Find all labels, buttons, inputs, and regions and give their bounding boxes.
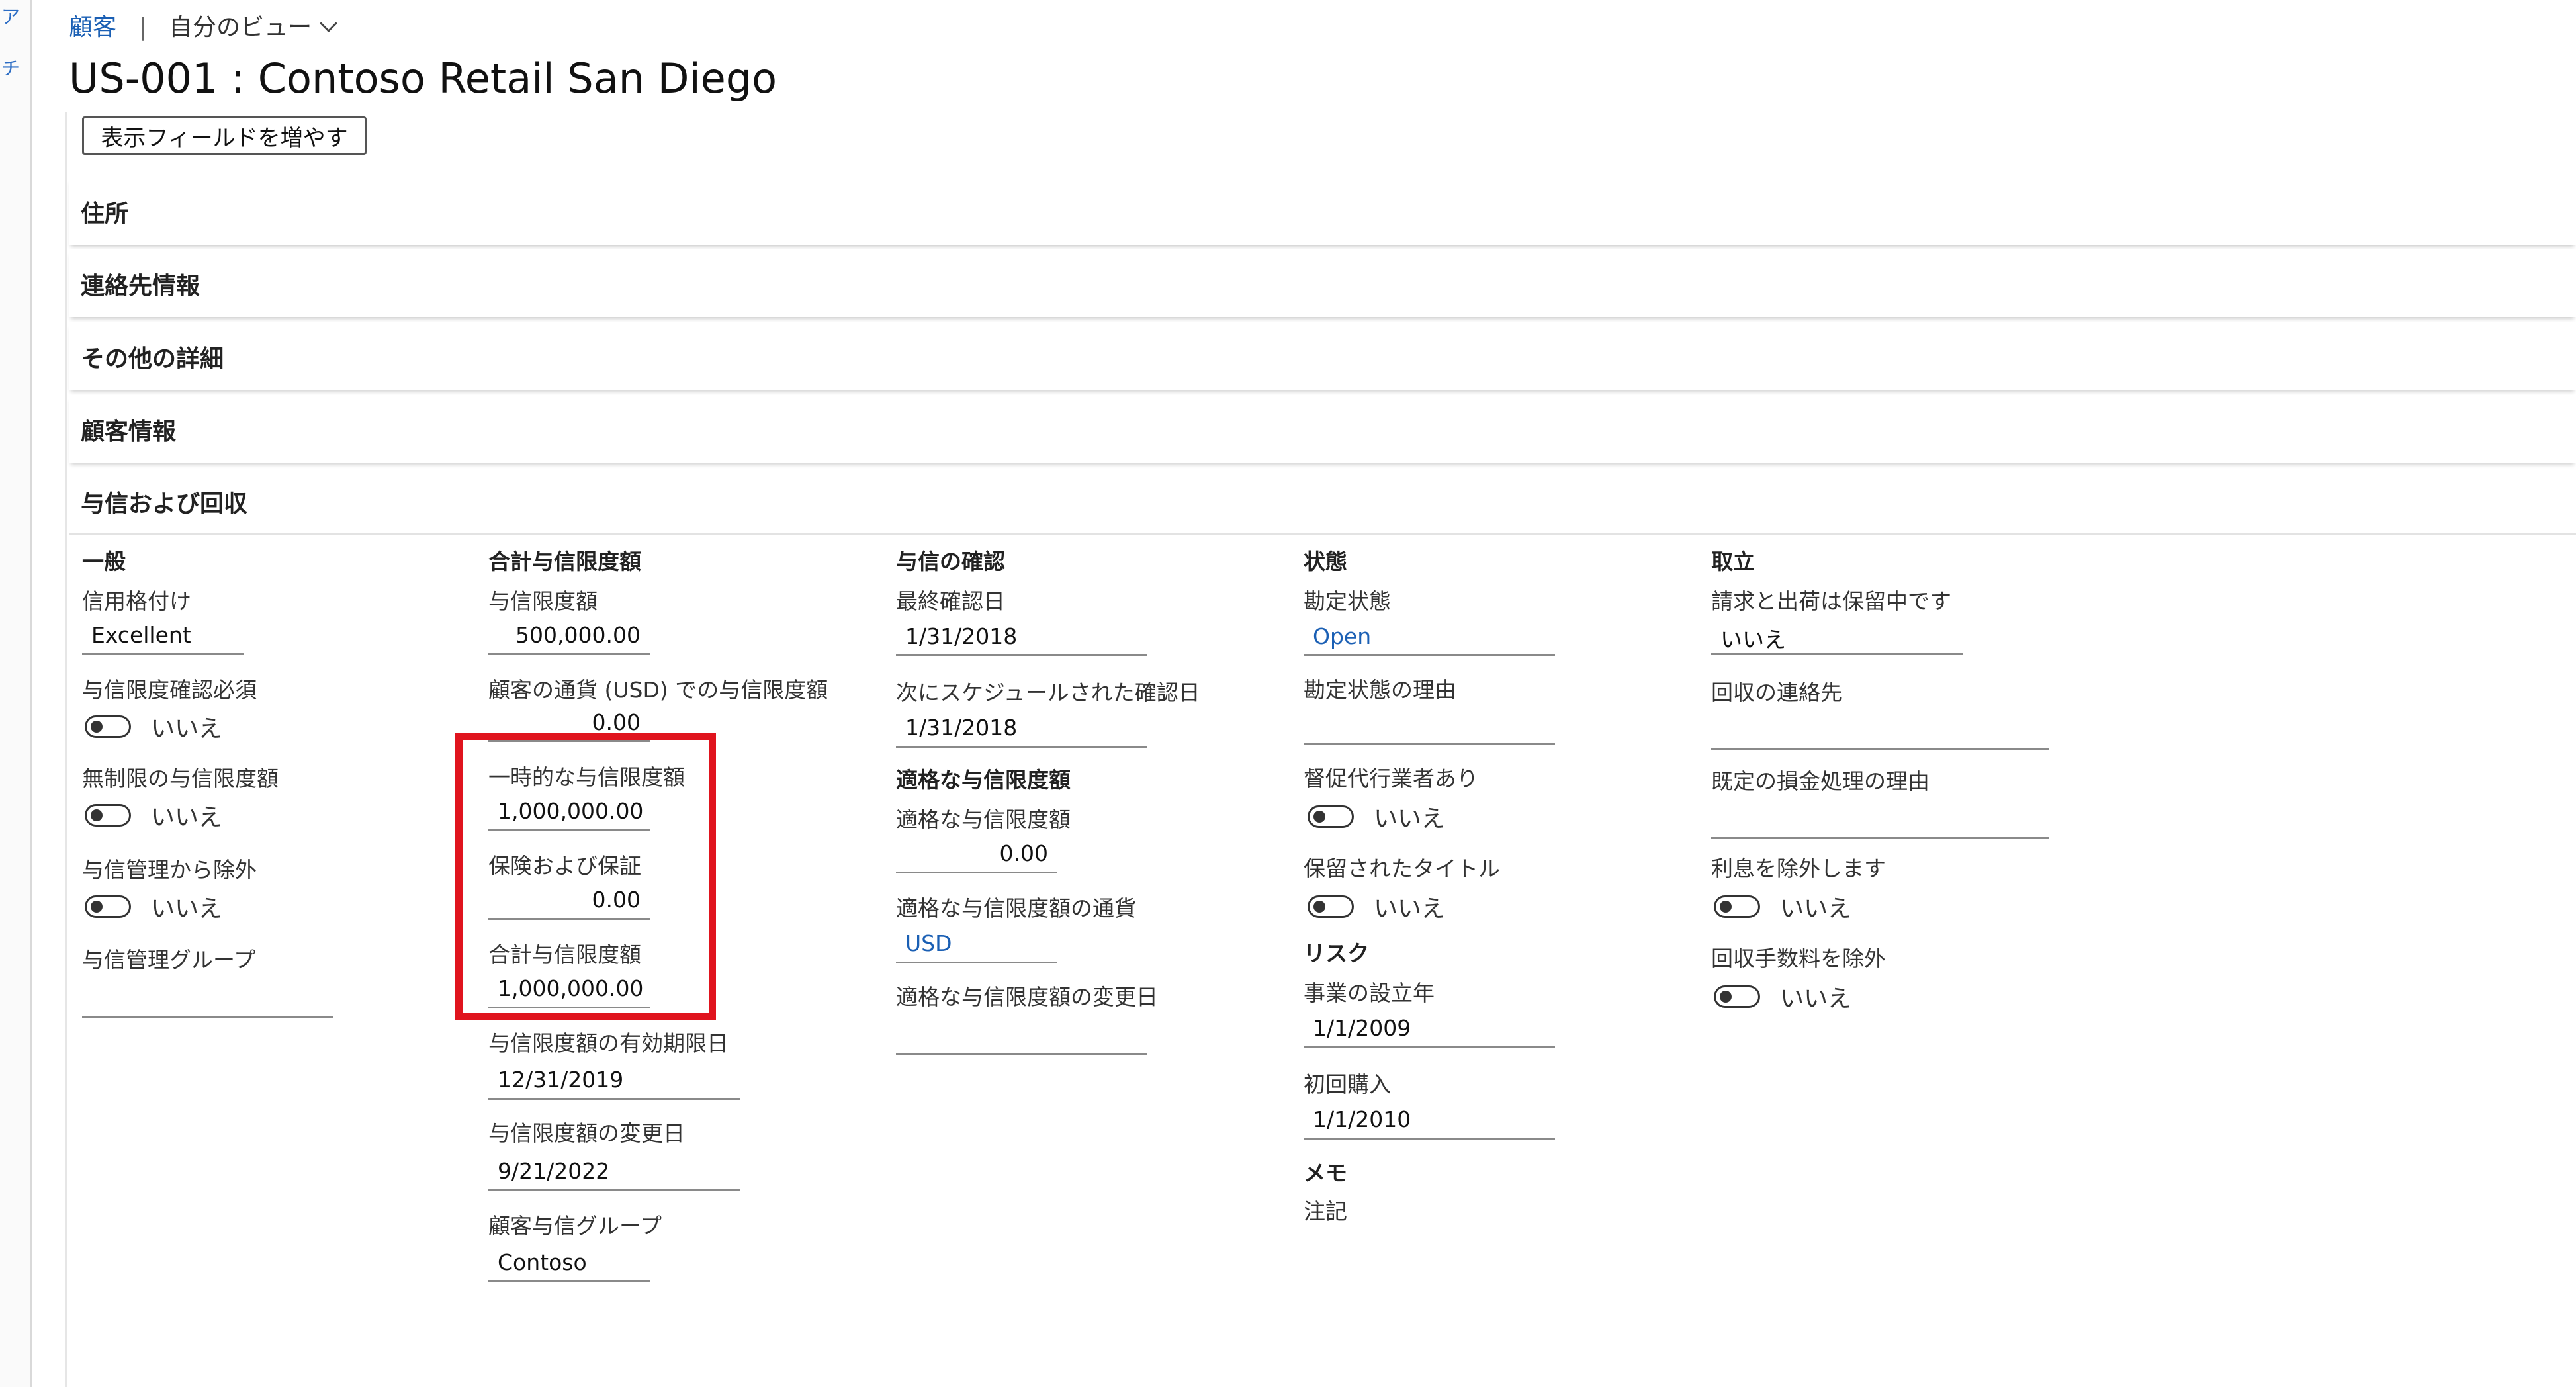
toggle-state-label: いいえ <box>1374 895 1446 922</box>
mandatory-credit-limit-label: 与信限度確認必須 <box>82 677 257 703</box>
first-purchase-field[interactable]: 1/1/2010 <box>1304 1102 1555 1140</box>
exclude-collection-fee-toggle[interactable]: いいえ <box>1714 979 1851 1014</box>
credit-limit-change-date-label: 与信限度額の変更日 <box>488 1120 685 1146</box>
eligible-credit-currency-field[interactable]: USD <box>896 926 1057 963</box>
writeoff-reason-label: 既定の損金処理の理由 <box>1711 768 1930 794</box>
limit-customer-currency-label: 顧客の通貨 (USD) での与信限度額 <box>488 677 828 703</box>
left-nav-strip: ア チ <box>0 0 32 1387</box>
group-credit-review-heading: 与信の確認 <box>896 549 1005 574</box>
show-more-fields-button[interactable]: 表示フィールドを増やす <box>82 116 367 155</box>
eligible-credit-currency-label: 適格な与信限度額の通貨 <box>896 895 1136 921</box>
section-header-label: 連絡先情報 <box>81 273 200 300</box>
exclude-interest-toggle[interactable]: いいえ <box>1714 889 1851 924</box>
collections-contact-label: 回収の連絡先 <box>1711 680 1842 705</box>
toggle-state-label: いいえ <box>1780 985 1852 1012</box>
next-review-date-field[interactable]: 1/31/2018 <box>896 711 1147 748</box>
collections-contact-field[interactable] <box>1711 713 2049 750</box>
invoice-hold-label: 請求と出荷は保留中です <box>1711 588 1951 614</box>
group-eligible-credit-heading: 適格な与信限度額 <box>896 767 1071 793</box>
credit-limit-field[interactable]: 500,000.00 <box>488 618 650 655</box>
credit-rating-label: 信用格付け <box>82 588 191 614</box>
section-credit-and-collections[interactable]: 与信および回収 <box>69 467 2576 533</box>
first-purchase-label: 初回購入 <box>1304 1071 1391 1097</box>
exclude-interest-label: 利息を除外します <box>1711 856 1886 881</box>
eligible-credit-change-date-field[interactable] <box>896 1018 1147 1055</box>
breadcrumb: 顧客 | 自分のビュー <box>69 8 338 42</box>
credit-limit-expiration-field[interactable]: 12/31/2019 <box>488 1063 740 1100</box>
credit-rating-field[interactable]: Excellent <box>82 618 244 655</box>
section-miscellaneous-details[interactable]: その他の詳細 <box>69 322 2576 390</box>
eligible-credit-limit-field[interactable]: 0.00 <box>896 836 1057 873</box>
eligible-credit-change-date-label: 適格な与信限度額の変更日 <box>896 984 1158 1010</box>
held-title-toggle[interactable]: いいえ <box>1308 889 1445 924</box>
account-status-reason-field[interactable] <box>1304 708 1555 745</box>
account-status-reason-label: 勘定状態の理由 <box>1304 677 1456 703</box>
toggle-switch-icon <box>1714 895 1760 918</box>
group-collections-heading: 取立 <box>1711 549 1755 574</box>
toggle-switch-icon <box>85 715 131 738</box>
held-title-label: 保留されたタイトル <box>1304 856 1500 881</box>
next-review-date-label: 次にスケジュールされた確認日 <box>896 680 1200 705</box>
breadcrumb-separator: | <box>138 14 147 41</box>
section-contact-info[interactable]: 連絡先情報 <box>69 249 2576 317</box>
toggle-state-label: いいえ <box>1780 895 1852 922</box>
group-status-heading: 状態 <box>1304 549 1347 574</box>
section-header-label: 与信および回収 <box>81 490 248 517</box>
group-total-credit-heading: 合計与信限度額 <box>488 549 641 574</box>
eligible-credit-limit-label: 適格な与信限度額 <box>896 807 1071 832</box>
section-header-label: その他の詳細 <box>81 345 224 373</box>
customer-credit-group-label: 顧客与信グループ <box>488 1213 662 1239</box>
page-title: US-001 : Contoso Retail San Diego <box>69 54 777 103</box>
customer-credit-group-field[interactable]: Contoso <box>488 1245 650 1282</box>
section-divider <box>69 533 2576 535</box>
left-nav-glyph[interactable]: ア <box>1 3 20 29</box>
last-review-date-field[interactable]: 1/31/2018 <box>896 619 1147 656</box>
toggle-switch-icon <box>1308 805 1354 828</box>
content-left-edge <box>65 112 67 1387</box>
mandatory-credit-limit-toggle[interactable]: いいえ <box>85 709 222 744</box>
chevron-down-icon <box>320 15 338 32</box>
year-established-label: 事業の設立年 <box>1304 980 1435 1006</box>
toggle-switch-icon <box>1714 985 1760 1008</box>
account-status-field[interactable]: Open <box>1304 619 1555 656</box>
group-risk-heading: リスク <box>1304 940 1369 966</box>
toggle-state-label: いいえ <box>151 895 223 922</box>
account-status-label: 勘定状態 <box>1304 588 1391 614</box>
highlight-annotation-box <box>455 733 716 1020</box>
toggle-switch-icon <box>85 895 131 918</box>
credit-management-group-label: 与信管理グループ <box>82 947 256 973</box>
section-header-label: 住所 <box>81 201 129 228</box>
group-general-heading: 一般 <box>82 549 126 574</box>
credit-limit-label: 与信限度額 <box>488 588 598 614</box>
exclude-credit-management-label: 与信管理から除外 <box>82 857 257 883</box>
breadcrumb-customers-link[interactable]: 顧客 <box>69 14 116 41</box>
toggle-switch-icon <box>1308 895 1354 918</box>
collection-agency-toggle[interactable]: いいえ <box>1308 799 1445 834</box>
invoice-hold-field[interactable]: いいえ <box>1711 618 1963 655</box>
exclude-credit-management-toggle[interactable]: いいえ <box>85 889 222 924</box>
left-nav-glyph[interactable]: チ <box>1 54 20 81</box>
last-review-date-label: 最終確認日 <box>896 588 1005 614</box>
unlimited-credit-toggle[interactable]: いいえ <box>85 798 222 832</box>
year-established-field[interactable]: 1/1/2009 <box>1304 1011 1555 1048</box>
section-address[interactable]: 住所 <box>69 177 2576 245</box>
note-label: 注記 <box>1304 1198 1347 1224</box>
toggle-state-label: いいえ <box>151 804 223 831</box>
toggle-state-label: いいえ <box>151 715 223 742</box>
credit-limit-change-date-field[interactable]: 9/21/2022 <box>488 1154 740 1191</box>
group-memo-heading: メモ <box>1304 1160 1347 1186</box>
view-selector[interactable]: 自分のビュー <box>169 14 338 41</box>
toggle-switch-icon <box>85 804 131 827</box>
credit-management-group-field[interactable] <box>82 981 333 1018</box>
collection-agency-label: 督促代行業者あり <box>1304 766 1478 791</box>
section-header-label: 顧客情報 <box>81 418 177 445</box>
unlimited-credit-label: 無制限の与信限度額 <box>82 766 279 791</box>
exclude-collection-fee-label: 回収手数料を除外 <box>1711 946 1886 971</box>
toggle-state-label: いいえ <box>1374 805 1446 832</box>
credit-limit-expiration-label: 与信限度額の有効期限日 <box>488 1030 729 1056</box>
writeoff-reason-field[interactable] <box>1711 802 2049 839</box>
section-customer-info[interactable]: 顧客情報 <box>69 395 2576 463</box>
view-selector-label: 自分のビュー <box>169 14 312 41</box>
